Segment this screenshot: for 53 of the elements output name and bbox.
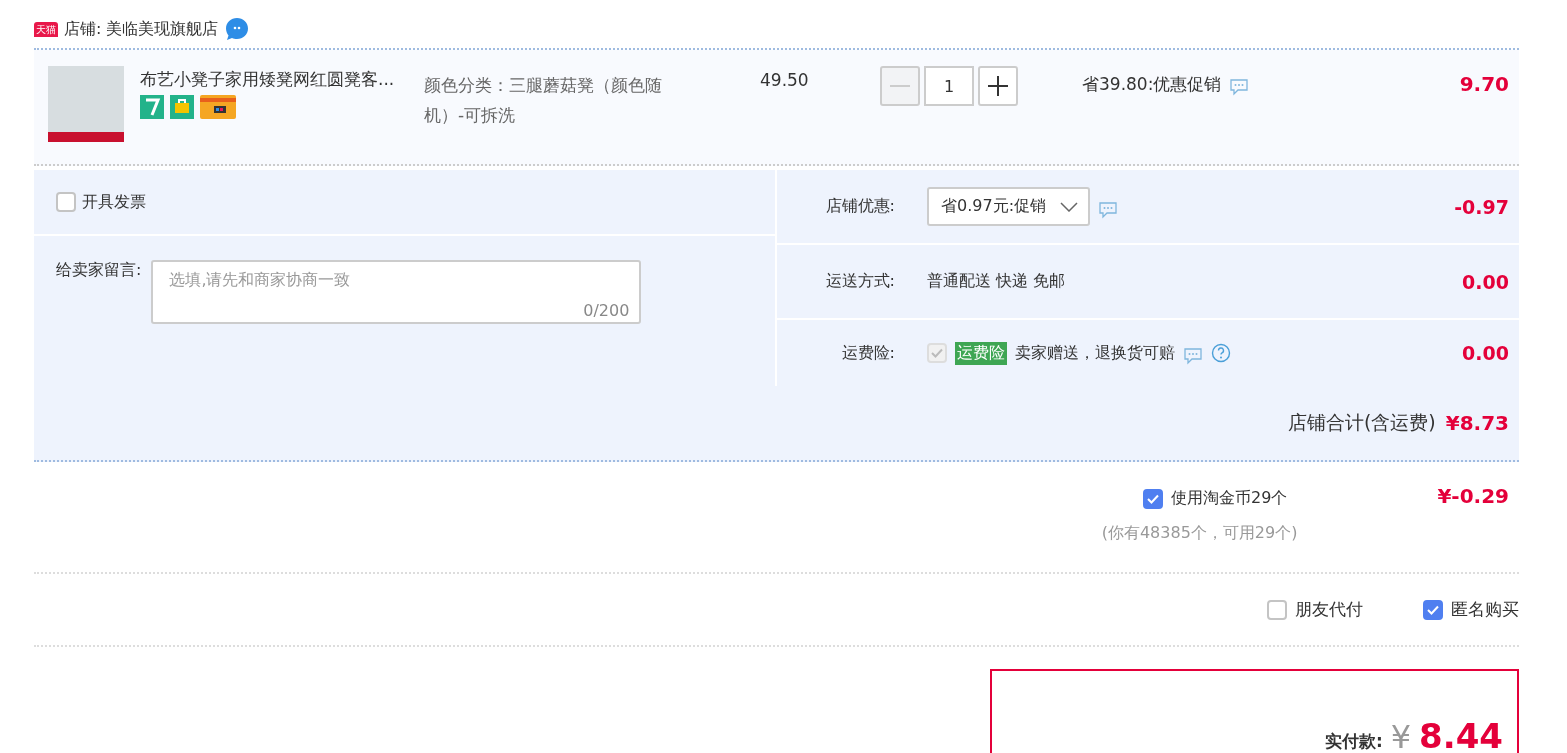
plus-icon <box>988 76 1008 96</box>
store-badge: 天猫 <box>34 21 58 37</box>
character-counter: 0/200 <box>583 301 630 320</box>
insurance-text: 卖家赠送，退换货可赔 <box>1015 342 1175 364</box>
checkbox[interactable] <box>1267 599 1287 620</box>
chevron-down-icon <box>1060 201 1078 212</box>
currency-sign: ¥ <box>1390 721 1412 753</box>
bag-icon <box>170 95 194 119</box>
checkbox[interactable] <box>1423 599 1443 620</box>
check-icon <box>930 347 944 359</box>
help-icon[interactable] <box>1211 343 1231 363</box>
payment-amount: 8.44 <box>1419 719 1503 753</box>
chat-bubble-icon[interactable] <box>1183 347 1203 365</box>
insurance-tag: 运费险 <box>955 341 1007 365</box>
checkbox[interactable] <box>1143 488 1164 509</box>
option-label[interactable]: 匿名购买 <box>1451 598 1519 621</box>
store-name[interactable]: 店铺: 美临美现旗舰店 <box>64 18 219 40</box>
store-total-amount: ¥8.73 <box>1445 411 1509 435</box>
coins-note: (你有48385个，可用29个) <box>1101 523 1298 544</box>
discount-dropdown[interactable]: 省0.97元:促销 <box>927 187 1090 226</box>
product-photo-placeholder[interactable] <box>48 66 124 142</box>
check-icon <box>1426 603 1440 616</box>
fee-amount: -0.97 <box>1454 195 1509 218</box>
store-total-label: 店铺合计(含运费) <box>1287 410 1436 435</box>
shipping-method: 普通配送 快递 免邮 <box>927 271 1066 292</box>
payment-label: 实付款: <box>1324 730 1383 753</box>
check-icon <box>1146 492 1161 505</box>
option-label[interactable]: 朋友代付 <box>1295 598 1363 621</box>
message-placeholder: 选填,请先和商家协商一致 <box>169 270 351 291</box>
increase-button[interactable] <box>978 66 1018 106</box>
card-icon <box>200 95 236 119</box>
product-title[interactable]: 布艺小凳子家用矮凳网红圆凳客... <box>140 68 412 91</box>
fee-amount: 0.00 <box>1462 342 1509 364</box>
product-variant: 颜色分类：三腿蘑菇凳（颜色随机）-可拆洗 <box>424 74 663 127</box>
promotion-text: 省39.80:优惠促销 <box>1082 72 1222 96</box>
message-field[interactable]: 选填,请先和商家协商一致 0/200 <box>151 260 642 324</box>
quantity-field[interactable]: 1 <box>924 66 974 106</box>
message-label: 给卖家留言: <box>56 260 142 281</box>
fee-label: 店铺优惠: <box>824 196 895 217</box>
checkbox[interactable] <box>56 192 76 212</box>
chat-bubble-icon[interactable] <box>1229 78 1250 96</box>
fee-label: 运送方式: <box>824 271 895 292</box>
coins-amount: ¥-0.29 <box>1437 483 1509 510</box>
fee-label: 运费险: <box>840 342 895 364</box>
minus-icon <box>890 85 910 87</box>
seven-days-icon <box>140 95 164 119</box>
item-subtotal: 9.70 <box>1459 72 1509 96</box>
invoice-label[interactable]: 开具发票 <box>82 191 146 213</box>
chat-bubble-icon[interactable] <box>1098 200 1118 219</box>
chat-icon[interactable] <box>224 16 251 42</box>
unit-price: 49.50 <box>760 70 810 90</box>
fee-amount: 0.00 <box>1462 270 1509 293</box>
coins-label[interactable]: 使用淘金币29个 <box>1171 488 1288 509</box>
